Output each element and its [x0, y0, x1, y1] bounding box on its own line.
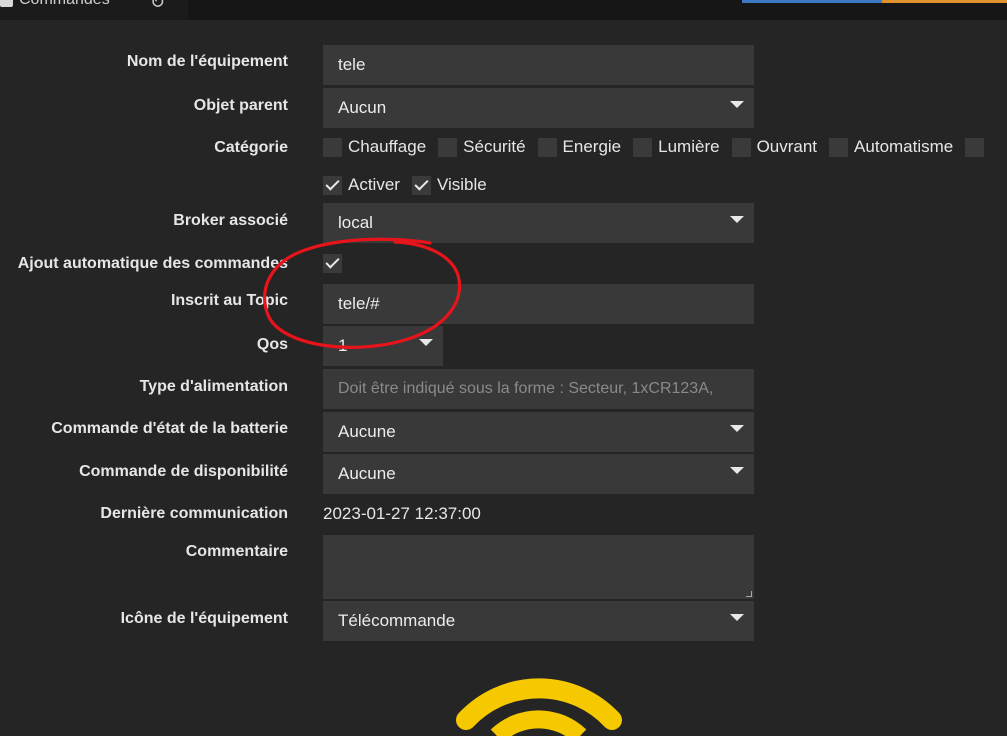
category-checkbox-opening[interactable] — [731, 137, 751, 157]
label-category: Catégorie — [214, 139, 288, 156]
availability-cmd-value: Aucune — [338, 464, 396, 483]
label-icon: Icône de l'équipement — [120, 610, 288, 627]
category-options: Chauffage Sécurité Energie Lumière Ouvra… — [323, 137, 990, 157]
activate-checkbox[interactable] — [323, 175, 342, 195]
label-availability-cmd: Commande de disponibilité — [79, 463, 288, 480]
icon-value: Télécommande — [338, 611, 456, 630]
chevron-down-icon — [730, 216, 744, 223]
resize-handle-icon[interactable] — [746, 591, 752, 597]
auto-add-checkbox[interactable] — [323, 254, 342, 273]
comment-textarea[interactable] — [323, 535, 754, 599]
category-label-automation: Automatisme — [854, 137, 954, 156]
parent-value: Aucun — [338, 98, 387, 117]
label-parent: Objet parent — [193, 97, 288, 114]
tab-commands[interactable]: Commandes ↻ — [0, 0, 188, 20]
wifi-icon — [456, 678, 622, 730]
top-bar: Commandes ↻ — [0, 0, 1007, 20]
availability-cmd-select[interactable]: Aucune — [323, 454, 754, 494]
category-checkbox-security[interactable] — [438, 137, 458, 157]
label-topic: Inscrit au Topic — [170, 292, 288, 309]
chevron-down-icon — [419, 339, 433, 346]
status-flags: Activer Visible — [323, 175, 499, 195]
label-battery-cmd: Commande d'état de la batterie — [51, 420, 288, 437]
category-checkbox-more[interactable] — [965, 137, 985, 157]
category-label-light: Lumière — [658, 137, 720, 156]
category-checkbox-light[interactable] — [633, 137, 653, 157]
category-checkbox-heating[interactable] — [323, 137, 342, 157]
label-auto-add: Ajout automatique des commandes — [17, 255, 288, 272]
label-qos: Qos — [256, 336, 288, 353]
auto-add-row — [323, 254, 348, 273]
chevron-down-icon — [730, 614, 744, 621]
category-checkbox-automation[interactable] — [829, 137, 849, 157]
name-value: tele — [338, 55, 366, 74]
qos-select[interactable]: 1 — [323, 326, 443, 366]
category-checkbox-energy[interactable] — [537, 137, 557, 157]
category-label-energy: Energie — [562, 137, 622, 156]
qos-value: 1 — [338, 336, 348, 355]
wifi-inner-arc — [490, 710, 587, 736]
chevron-down-icon — [730, 425, 744, 432]
label-name: Nom de l'équipement — [126, 53, 288, 70]
power-type-input[interactable]: Doit être indiqué sous la forme : Secteu… — [323, 369, 754, 409]
battery-cmd-select[interactable]: Aucune — [323, 412, 754, 452]
topic-value: tele/# — [338, 294, 380, 313]
category-label-security: Sécurité — [463, 137, 526, 156]
chevron-down-icon — [730, 101, 744, 108]
battery-cmd-value: Aucune — [338, 422, 396, 441]
label-broker: Broker associé — [173, 212, 288, 229]
tab-commands-label: Commandes — [19, 0, 110, 9]
last-comm-value: 2023-01-27 12:37:00 — [323, 504, 481, 523]
topic-input[interactable]: tele/# — [323, 284, 754, 324]
broker-value: local — [338, 213, 373, 232]
icon-select[interactable]: Télécommande — [323, 601, 754, 641]
label-last-comm: Dernière communication — [100, 505, 288, 522]
label-comment: Commentaire — [185, 543, 288, 560]
category-label-heating: Chauffage — [348, 137, 427, 156]
list-icon — [0, 0, 13, 7]
visible-checkbox[interactable] — [411, 175, 431, 195]
chevron-down-icon — [730, 467, 744, 474]
tab-indicator-orange — [882, 0, 1007, 3]
parent-select[interactable]: Aucun — [323, 88, 754, 128]
name-input[interactable]: tele — [323, 45, 754, 85]
refresh-icon[interactable]: ↻ — [150, 0, 165, 13]
power-type-placeholder: Doit être indiqué sous la forme : Secteu… — [338, 380, 714, 397]
tab-indicator-blue — [742, 0, 882, 3]
visible-label: Visible — [436, 175, 487, 194]
label-power-type: Type d'alimentation — [139, 378, 288, 395]
broker-select[interactable]: local — [323, 203, 754, 243]
category-label-opening: Ouvrant — [756, 137, 818, 156]
activate-label: Activer — [348, 175, 400, 194]
